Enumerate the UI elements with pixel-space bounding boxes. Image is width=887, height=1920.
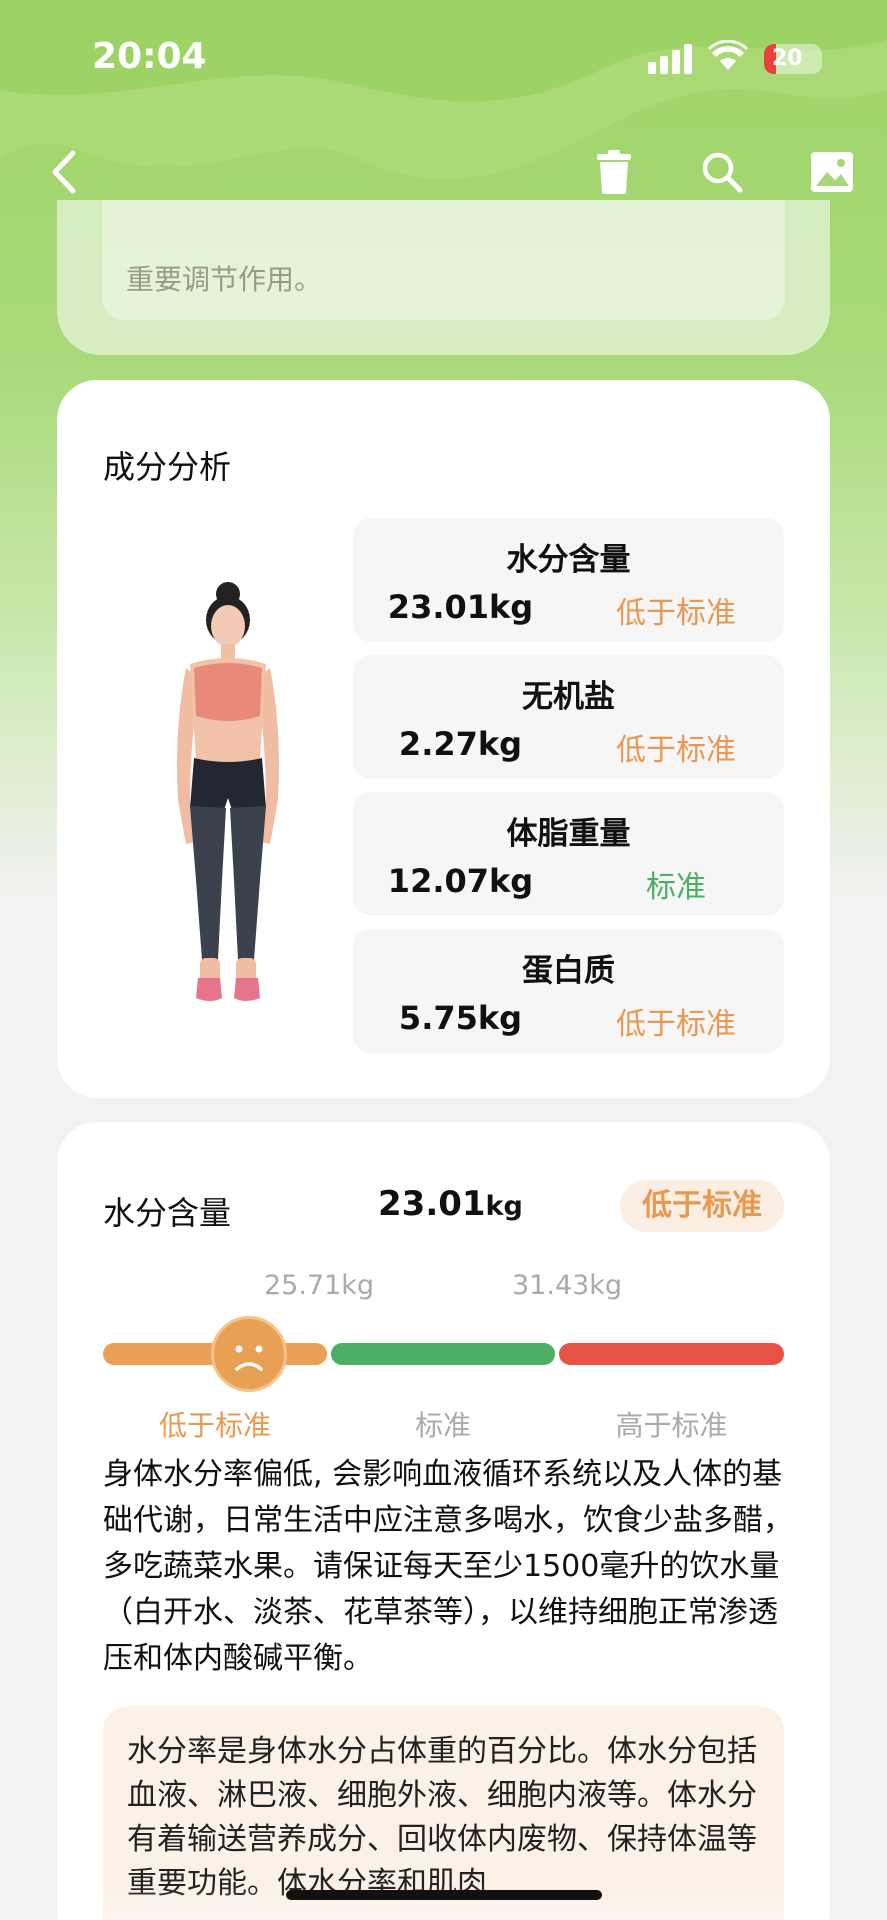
delete-button[interactable] bbox=[586, 144, 642, 200]
threshold-low-label: 25.71kg bbox=[264, 1270, 375, 1301]
previous-section-text: 重要调节作用。 bbox=[126, 263, 323, 296]
battery-level: 20 bbox=[772, 46, 803, 71]
stat-name: 无机盐 bbox=[522, 679, 615, 715]
stat-box-body-fat[interactable]: 体脂重量 12.07kg 标准 bbox=[353, 792, 784, 916]
stat-name: 水分含量 bbox=[506, 542, 631, 578]
status-time: 20:04 bbox=[92, 36, 207, 77]
wifi-icon bbox=[708, 40, 748, 70]
top-nav-bar bbox=[0, 130, 887, 210]
search-button[interactable] bbox=[694, 144, 750, 200]
body-figure bbox=[177, 582, 279, 1001]
back-button[interactable] bbox=[36, 144, 92, 200]
stat-value: 12.07kg bbox=[387, 862, 534, 900]
range-bar-standard bbox=[331, 1343, 555, 1365]
home-indicator[interactable] bbox=[286, 1890, 602, 1900]
water-status-badge: 低于标准 bbox=[620, 1180, 784, 1232]
battery-indicator: 20 bbox=[764, 44, 822, 74]
chevron-left-icon bbox=[52, 150, 76, 194]
water-value: 23.01kg bbox=[378, 1184, 523, 1224]
sad-face-icon bbox=[211, 1316, 287, 1392]
water-description: 身体水分率偏低, 会影响血液循环系统以及人体的基础代谢，日常生活中应注意多喝水，… bbox=[103, 1457, 793, 1676]
trash-icon bbox=[597, 150, 631, 194]
search-icon bbox=[702, 152, 743, 193]
water-info-text: 水分率是身体水分占体重的百分比。体水分包括血液、淋巴液、细胞外液、细胞内液等。体… bbox=[127, 1734, 757, 1901]
stat-value: 5.75kg bbox=[398, 999, 523, 1037]
stat-box-minerals[interactable]: 无机盐 2.27kg 低于标准 bbox=[353, 655, 784, 779]
status-bar: 20:04 20 bbox=[0, 0, 887, 110]
stat-status: 低于标准 bbox=[616, 596, 736, 631]
stat-status: 低于标准 bbox=[616, 1007, 736, 1042]
water-info-box: 水分率是身体水分占体重的百分比。体水分包括血液、淋巴液、细胞外液、细胞内液等。体… bbox=[103, 1706, 784, 1920]
stat-name: 体脂重量 bbox=[506, 816, 631, 852]
range-bar-high bbox=[559, 1343, 784, 1365]
image-button[interactable] bbox=[804, 144, 860, 200]
zone-label-high: 高于标准 bbox=[615, 1409, 728, 1442]
stat-name: 蛋白质 bbox=[522, 953, 615, 989]
composition-title: 成分分析 bbox=[103, 448, 232, 486]
stat-status: 标准 bbox=[646, 870, 706, 905]
stat-box-protein[interactable]: 蛋白质 5.75kg 低于标准 bbox=[353, 929, 784, 1053]
stat-status: 低于标准 bbox=[616, 733, 736, 768]
stat-box-water[interactable]: 水分含量 23.01kg 低于标准 bbox=[353, 518, 784, 642]
image-icon bbox=[811, 152, 853, 192]
stat-value: 2.27kg bbox=[398, 725, 523, 763]
zone-label-standard: 标准 bbox=[414, 1409, 471, 1442]
water-value-unit: kg bbox=[485, 1191, 523, 1222]
water-label: 水分含量 bbox=[103, 1194, 232, 1232]
water-value-number: 23.01 bbox=[378, 1184, 486, 1224]
stat-value: 23.01kg bbox=[387, 588, 534, 626]
zone-label-low: 低于标准 bbox=[158, 1409, 271, 1442]
threshold-high-label: 31.43kg bbox=[512, 1270, 623, 1301]
cellular-signal-icon bbox=[648, 44, 692, 74]
